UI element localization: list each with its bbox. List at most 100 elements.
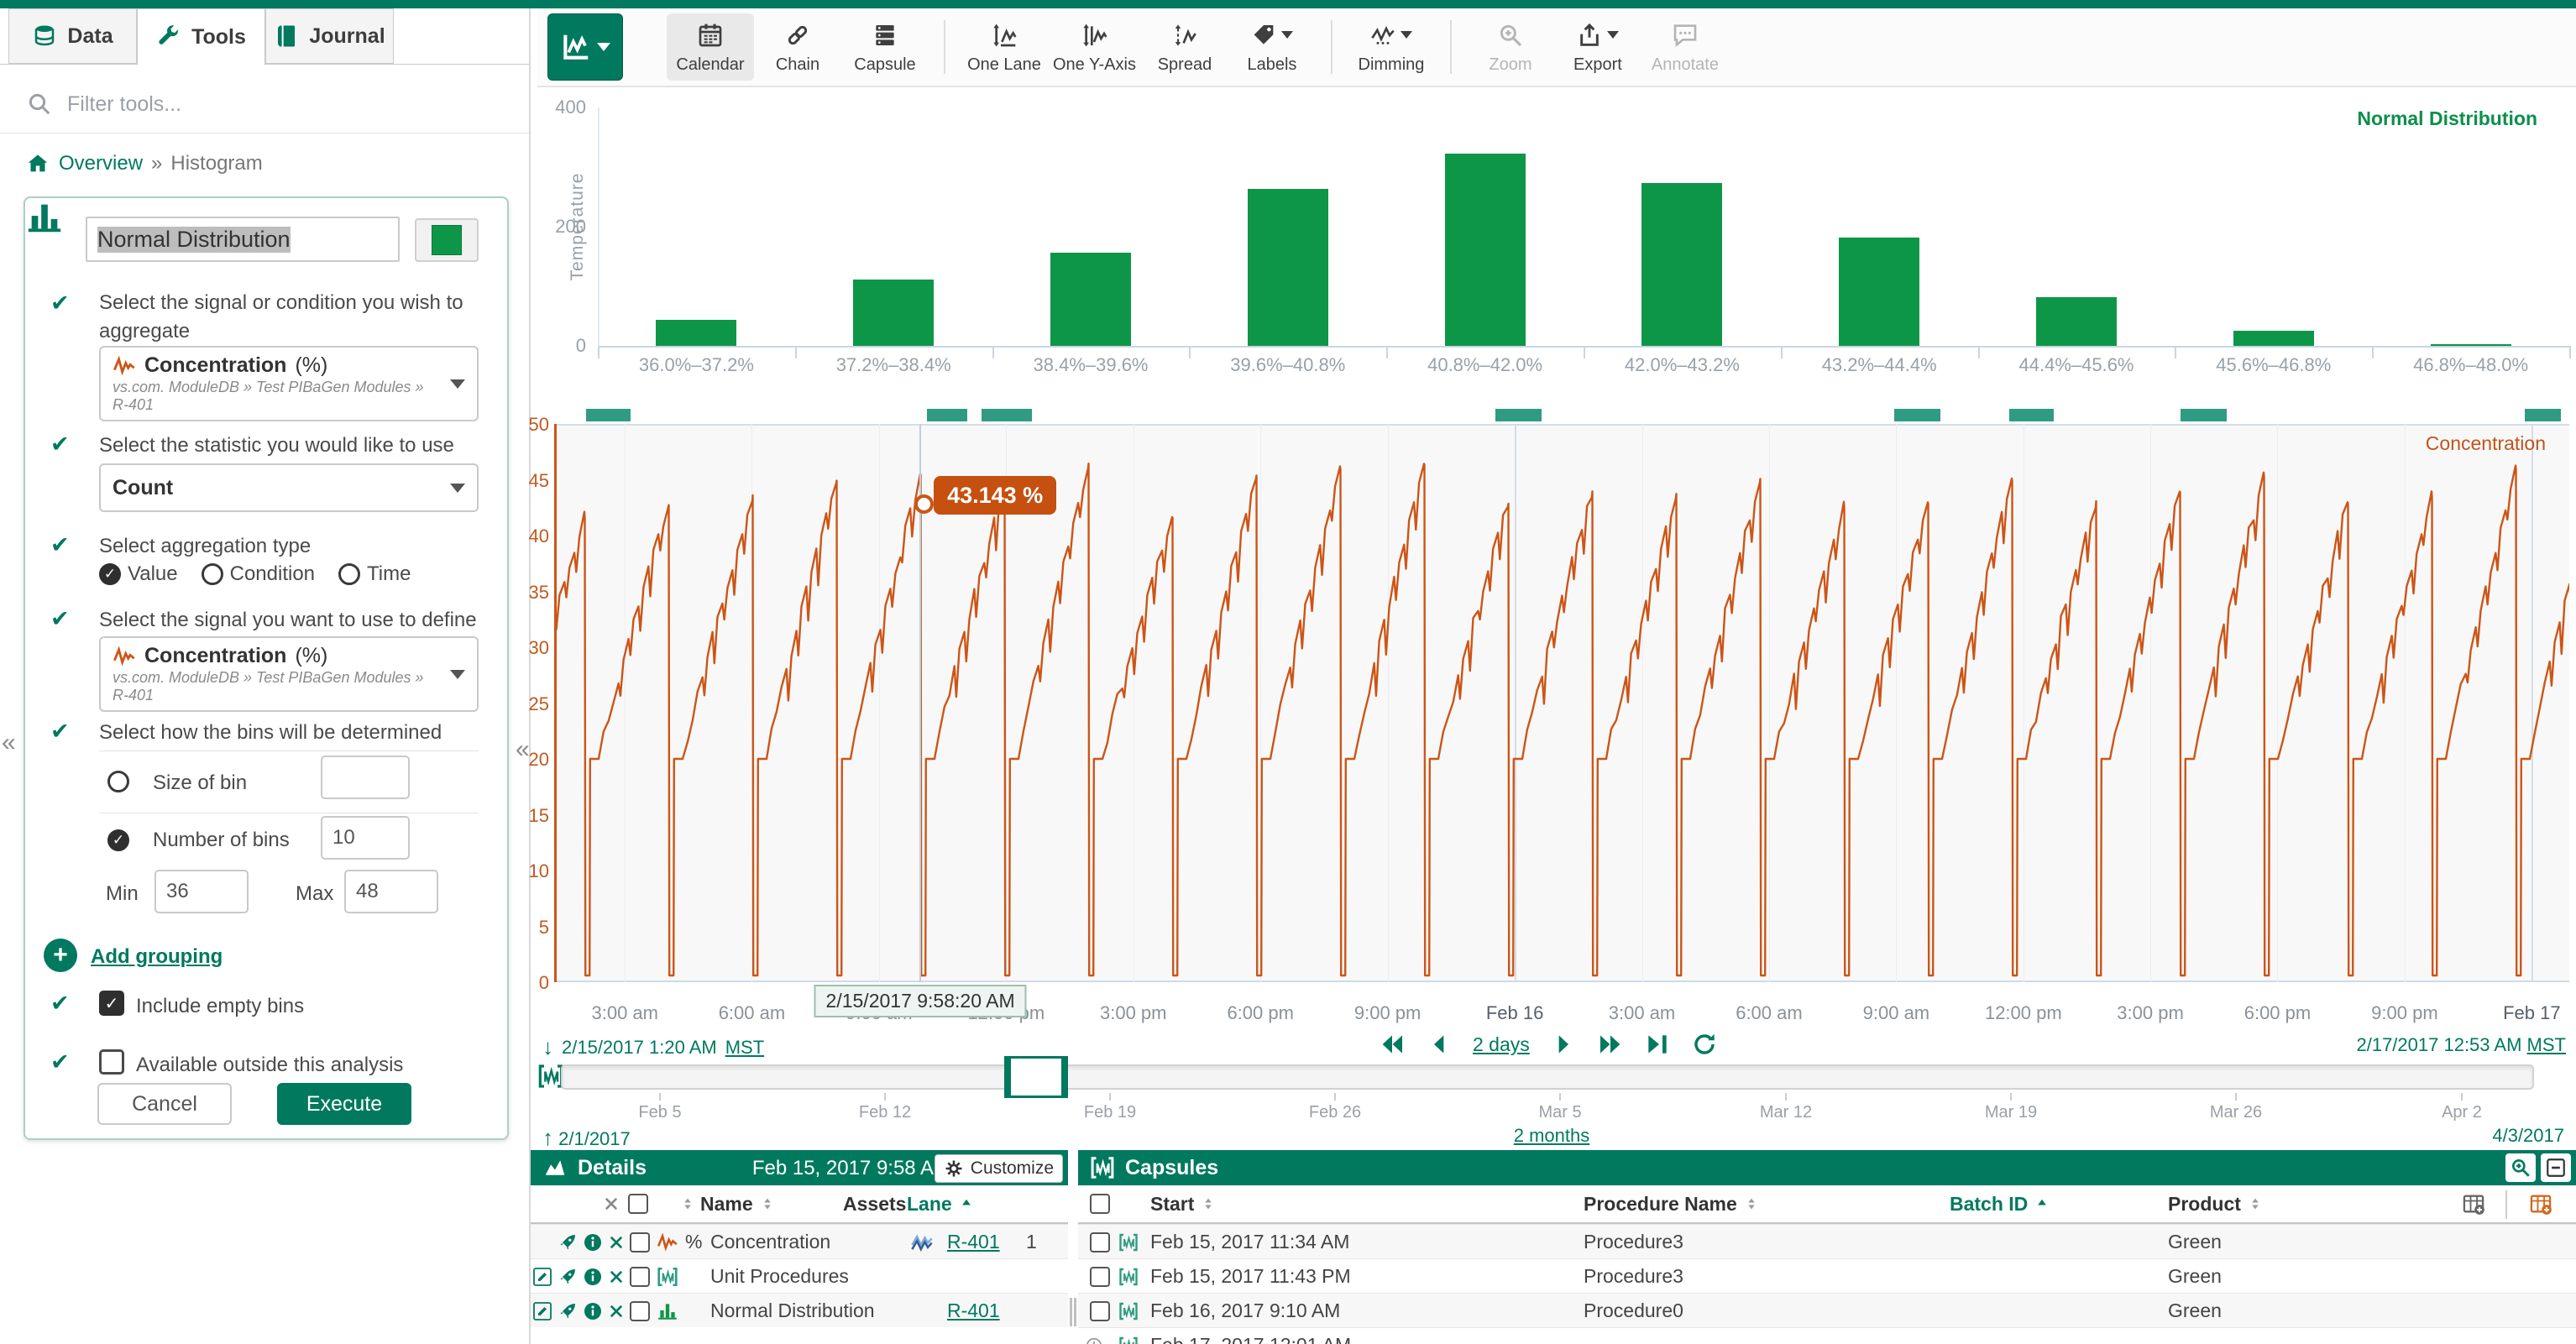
aggregation-option-time[interactable]: Time [338,562,411,586]
column-header-batch-id[interactable]: Batch ID [1950,1185,2050,1222]
refresh-icon[interactable] [1691,1031,1718,1058]
capsule-bar[interactable] [927,409,967,421]
info-icon[interactable] [583,1259,603,1294]
arrow-down-icon[interactable]: ↓ [542,1034,553,1060]
filter-tools-input[interactable]: Filter tools... [67,92,181,117]
select-all-checkbox[interactable] [1090,1185,1110,1222]
investigate-icon[interactable] [558,1294,578,1328]
capsule-bar[interactable] [2009,409,2054,421]
row-checkbox[interactable] [630,1294,650,1328]
remove-icon[interactable] [608,1225,625,1259]
toolbar-button-spread[interactable]: Spread [1141,13,1228,81]
tab-journal[interactable]: Journal [265,8,394,64]
histogram-bar[interactable] [2233,331,2314,346]
collapse-sidebar[interactable]: « [516,735,530,764]
capsule-bar[interactable] [1894,409,1940,421]
tab-tools[interactable]: Tools [137,8,265,65]
column-header-assets[interactable]: Assets [843,1185,906,1222]
toolbar-button-labels[interactable]: Labels [1228,13,1316,81]
column-header-start[interactable]: Start [1150,1185,1216,1222]
edit-icon[interactable] [532,1294,552,1328]
view-selector-button[interactable] [547,13,623,81]
info-icon[interactable] [583,1225,603,1259]
add-column-icon[interactable] [2462,1185,2485,1222]
investigate-end[interactable]: 4/3/2017 [2492,1125,2564,1147]
step-forward-button[interactable] [1550,1031,1577,1058]
max-input[interactable]: 48 [344,870,438,913]
statistic-select[interactable]: Count [99,463,479,512]
investigate-icon[interactable] [558,1259,578,1294]
row-checkbox[interactable] [1090,1259,1110,1294]
step-forward-fast-button[interactable] [1597,1031,1624,1058]
execute-button[interactable]: Execute [277,1083,411,1125]
toolbar-button-one-y-axis[interactable]: One Y-Axis [1048,13,1141,81]
histogram-bar[interactable] [1248,189,1328,346]
histogram-bar[interactable] [1641,183,1722,346]
histogram-bar[interactable] [1445,154,1526,346]
investigate-duration[interactable]: 2 months [1514,1125,1590,1147]
zoom-to-capsule-button[interactable] [2505,1153,2536,1182]
color-swatch-button[interactable] [415,218,479,262]
capsule-bar[interactable] [982,409,1032,421]
column-header-product[interactable]: Product [2168,1185,2263,1222]
size-of-bin-radio[interactable] [107,771,129,792]
step-back-fast-button[interactable] [1379,1031,1406,1058]
aggregation-option-value[interactable]: ✓Value [99,562,178,586]
add-capsule-column-icon[interactable] [2529,1185,2552,1222]
investigate-start[interactable]: ↑ 2/1/2017 [542,1125,631,1151]
histogram-bar[interactable] [853,280,934,346]
column-header-procedure-name[interactable]: Procedure Name [1584,1185,1759,1222]
range-start-label[interactable]: 2/15/2017 1:20 AM [562,1037,717,1059]
number-of-bins-input[interactable]: 10 [321,816,410,860]
collapse-left-edge[interactable]: « [2,729,16,757]
slider-handle[interactable] [1004,1056,1068,1098]
toolbar-button-export[interactable]: Export [1554,13,1641,81]
capsule-bar[interactable] [1495,409,1542,421]
customize-button[interactable]: Customize [935,1154,1063,1183]
investigate-icon[interactable] [558,1225,578,1259]
histogram-bar[interactable] [1050,253,1131,346]
edit-icon[interactable] [532,1259,552,1294]
min-input[interactable]: 36 [154,870,249,913]
sort-icon[interactable] [680,1185,695,1222]
number-of-bins-radio[interactable]: ✓ [107,829,129,851]
asset-link[interactable]: R-401 [947,1225,1000,1259]
histogram-bar[interactable] [1839,238,1919,346]
range-end-label[interactable]: 2/17/2017 12:53 AM [2356,1034,2521,1055]
capsule-bar[interactable] [586,409,631,421]
toolbar-button-chain[interactable]: Chain [754,13,841,81]
row-checkbox[interactable] [1090,1294,1110,1328]
toolbar-button-calendar[interactable]: Calendar [667,13,754,81]
timezone-link[interactable]: MST [2527,1034,2566,1055]
histogram-bar[interactable] [2036,297,2117,346]
panel-resize-grip[interactable] [1070,1298,1072,1326]
available-outside-checkbox[interactable] [99,1049,124,1075]
plus-circle-icon[interactable]: + [44,939,77,972]
display-range-duration[interactable]: 2 days [1473,1033,1530,1056]
breadcrumb-overview-link[interactable]: Overview [59,152,143,175]
remove-all-icon[interactable] [603,1185,620,1222]
capsule-bar[interactable] [2525,409,2561,421]
toolbar-button-capsule[interactable]: Capsule [841,13,929,81]
aggregation-option-condition[interactable]: Condition [202,562,315,586]
step-to-end-button[interactable] [1644,1031,1671,1058]
size-of-bin-input[interactable] [321,756,410,799]
add-grouping-link[interactable]: Add grouping [91,945,223,969]
include-empty-bins-checkbox[interactable]: ✓ [99,991,124,1016]
collapse-panel-button[interactable] [2541,1153,2571,1182]
toolbar-button-one-lane[interactable]: One Lane [961,13,1048,81]
row-checkbox[interactable] [630,1225,650,1259]
aggregate-signal-select[interactable]: Concentration(%) vs.com. ModuleDB » Test… [99,346,479,421]
row-checkbox[interactable] [1090,1225,1110,1259]
tab-data[interactable]: Data [8,8,137,64]
timezone-link[interactable]: MST [725,1037,764,1059]
asset-swap-icon[interactable] [910,1225,934,1259]
tool-name-input[interactable]: Normal Distribution [86,217,400,262]
asset-link[interactable]: R-401 [947,1294,1000,1328]
cancel-button[interactable]: Cancel [97,1083,232,1125]
info-icon[interactable] [583,1294,603,1328]
row-checkbox[interactable] [630,1259,650,1294]
step-back-button[interactable] [1426,1031,1453,1058]
capsule-bar[interactable] [2181,409,2227,421]
select-all-checkbox[interactable] [628,1185,648,1222]
